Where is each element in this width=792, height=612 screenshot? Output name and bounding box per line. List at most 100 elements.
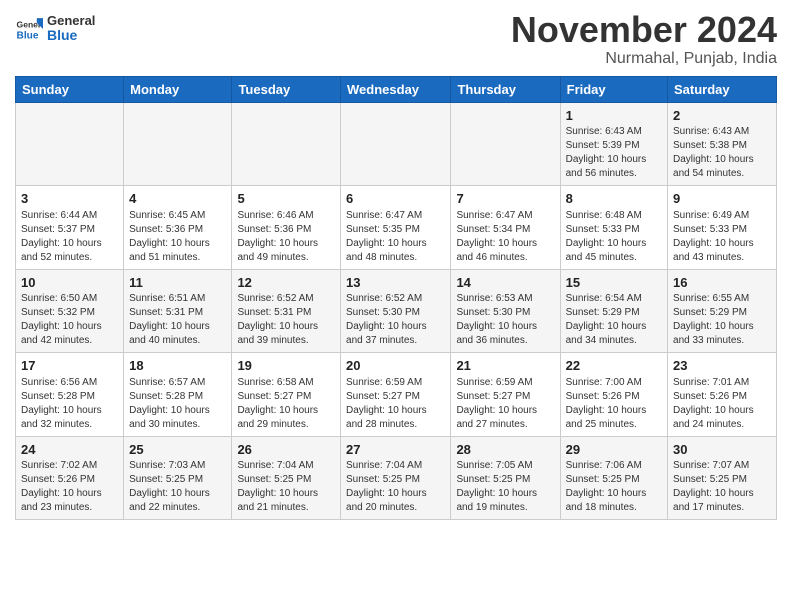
day-info: Sunrise: 6:55 AM Sunset: 5:29 PM Dayligh… (673, 292, 771, 348)
day-info: Sunrise: 7:04 AM Sunset: 5:25 PM Dayligh… (346, 459, 445, 515)
day-cell: 29Sunrise: 7:06 AM Sunset: 5:25 PM Dayli… (560, 436, 667, 520)
day-number: 17 (21, 357, 118, 375)
day-cell (16, 102, 124, 186)
day-number: 21 (456, 357, 554, 375)
day-info: Sunrise: 6:51 AM Sunset: 5:31 PM Dayligh… (129, 292, 226, 348)
logo-icon: General Blue (15, 15, 43, 43)
day-number: 18 (129, 357, 226, 375)
day-number: 24 (21, 441, 118, 459)
day-number: 14 (456, 274, 554, 292)
day-number: 11 (129, 274, 226, 292)
week-row-5: 24Sunrise: 7:02 AM Sunset: 5:26 PM Dayli… (16, 436, 777, 520)
day-info: Sunrise: 6:46 AM Sunset: 5:36 PM Dayligh… (237, 209, 335, 265)
day-info: Sunrise: 6:48 AM Sunset: 5:33 PM Dayligh… (566, 209, 662, 265)
day-number: 25 (129, 441, 226, 459)
day-number: 22 (566, 357, 662, 375)
day-info: Sunrise: 7:00 AM Sunset: 5:26 PM Dayligh… (566, 376, 662, 432)
day-number: 2 (673, 107, 771, 125)
day-cell: 19Sunrise: 6:58 AM Sunset: 5:27 PM Dayli… (232, 353, 341, 437)
day-number: 12 (237, 274, 335, 292)
week-row-1: 1Sunrise: 6:43 AM Sunset: 5:39 PM Daylig… (16, 102, 777, 186)
day-cell: 17Sunrise: 6:56 AM Sunset: 5:28 PM Dayli… (16, 353, 124, 437)
day-number: 4 (129, 190, 226, 208)
day-cell: 26Sunrise: 7:04 AM Sunset: 5:25 PM Dayli… (232, 436, 341, 520)
day-info: Sunrise: 6:56 AM Sunset: 5:28 PM Dayligh… (21, 376, 118, 432)
day-cell: 16Sunrise: 6:55 AM Sunset: 5:29 PM Dayli… (668, 269, 777, 353)
calendar: SundayMondayTuesdayWednesdayThursdayFrid… (15, 76, 777, 521)
day-info: Sunrise: 6:54 AM Sunset: 5:29 PM Dayligh… (566, 292, 662, 348)
day-info: Sunrise: 6:47 AM Sunset: 5:35 PM Dayligh… (346, 209, 445, 265)
day-cell: 4Sunrise: 6:45 AM Sunset: 5:36 PM Daylig… (124, 186, 232, 270)
day-cell: 3Sunrise: 6:44 AM Sunset: 5:37 PM Daylig… (16, 186, 124, 270)
day-cell: 1Sunrise: 6:43 AM Sunset: 5:39 PM Daylig… (560, 102, 667, 186)
day-cell: 10Sunrise: 6:50 AM Sunset: 5:32 PM Dayli… (16, 269, 124, 353)
day-info: Sunrise: 7:06 AM Sunset: 5:25 PM Dayligh… (566, 459, 662, 515)
weekday-header-row: SundayMondayTuesdayWednesdayThursdayFrid… (16, 76, 777, 102)
day-info: Sunrise: 6:52 AM Sunset: 5:31 PM Dayligh… (237, 292, 335, 348)
logo-area: General Blue General Blue (15, 10, 95, 44)
day-number: 26 (237, 441, 335, 459)
day-number: 15 (566, 274, 662, 292)
day-cell: 22Sunrise: 7:00 AM Sunset: 5:26 PM Dayli… (560, 353, 667, 437)
day-info: Sunrise: 6:43 AM Sunset: 5:39 PM Dayligh… (566, 125, 662, 181)
weekday-header-thursday: Thursday (451, 76, 560, 102)
weekday-header-tuesday: Tuesday (232, 76, 341, 102)
day-cell (124, 102, 232, 186)
day-info: Sunrise: 7:02 AM Sunset: 5:26 PM Dayligh… (21, 459, 118, 515)
day-info: Sunrise: 6:59 AM Sunset: 5:27 PM Dayligh… (456, 376, 554, 432)
week-row-2: 3Sunrise: 6:44 AM Sunset: 5:37 PM Daylig… (16, 186, 777, 270)
day-number: 7 (456, 190, 554, 208)
day-number: 20 (346, 357, 445, 375)
day-number: 30 (673, 441, 771, 459)
day-number: 28 (456, 441, 554, 459)
weekday-header-saturday: Saturday (668, 76, 777, 102)
location: Nurmahal, Punjab, India (511, 50, 777, 68)
month-title: November 2024 (511, 10, 777, 50)
day-info: Sunrise: 6:58 AM Sunset: 5:27 PM Dayligh… (237, 376, 335, 432)
day-cell: 6Sunrise: 6:47 AM Sunset: 5:35 PM Daylig… (341, 186, 451, 270)
day-info: Sunrise: 6:44 AM Sunset: 5:37 PM Dayligh… (21, 209, 118, 265)
day-cell (451, 102, 560, 186)
day-info: Sunrise: 6:43 AM Sunset: 5:38 PM Dayligh… (673, 125, 771, 181)
day-info: Sunrise: 7:07 AM Sunset: 5:25 PM Dayligh… (673, 459, 771, 515)
day-cell: 24Sunrise: 7:02 AM Sunset: 5:26 PM Dayli… (16, 436, 124, 520)
day-cell: 14Sunrise: 6:53 AM Sunset: 5:30 PM Dayli… (451, 269, 560, 353)
day-number: 6 (346, 190, 445, 208)
day-number: 29 (566, 441, 662, 459)
svg-text:Blue: Blue (17, 30, 39, 41)
day-info: Sunrise: 6:57 AM Sunset: 5:28 PM Dayligh… (129, 376, 226, 432)
day-cell: 11Sunrise: 6:51 AM Sunset: 5:31 PM Dayli… (124, 269, 232, 353)
weekday-header-friday: Friday (560, 76, 667, 102)
day-number: 16 (673, 274, 771, 292)
day-cell: 30Sunrise: 7:07 AM Sunset: 5:25 PM Dayli… (668, 436, 777, 520)
weekday-header-wednesday: Wednesday (341, 76, 451, 102)
day-cell (341, 102, 451, 186)
day-cell: 12Sunrise: 6:52 AM Sunset: 5:31 PM Dayli… (232, 269, 341, 353)
day-info: Sunrise: 6:59 AM Sunset: 5:27 PM Dayligh… (346, 376, 445, 432)
day-cell: 2Sunrise: 6:43 AM Sunset: 5:38 PM Daylig… (668, 102, 777, 186)
day-cell: 7Sunrise: 6:47 AM Sunset: 5:34 PM Daylig… (451, 186, 560, 270)
day-info: Sunrise: 7:01 AM Sunset: 5:26 PM Dayligh… (673, 376, 771, 432)
day-cell: 18Sunrise: 6:57 AM Sunset: 5:28 PM Dayli… (124, 353, 232, 437)
day-cell: 25Sunrise: 7:03 AM Sunset: 5:25 PM Dayli… (124, 436, 232, 520)
header: General Blue General Blue November 2024 … (15, 10, 777, 68)
day-number: 3 (21, 190, 118, 208)
week-row-4: 17Sunrise: 6:56 AM Sunset: 5:28 PM Dayli… (16, 353, 777, 437)
weekday-header-monday: Monday (124, 76, 232, 102)
day-info: Sunrise: 6:50 AM Sunset: 5:32 PM Dayligh… (21, 292, 118, 348)
day-cell: 27Sunrise: 7:04 AM Sunset: 5:25 PM Dayli… (341, 436, 451, 520)
day-number: 8 (566, 190, 662, 208)
day-info: Sunrise: 6:45 AM Sunset: 5:36 PM Dayligh… (129, 209, 226, 265)
day-number: 10 (21, 274, 118, 292)
day-cell: 13Sunrise: 6:52 AM Sunset: 5:30 PM Dayli… (341, 269, 451, 353)
day-info: Sunrise: 6:53 AM Sunset: 5:30 PM Dayligh… (456, 292, 554, 348)
day-number: 5 (237, 190, 335, 208)
week-row-3: 10Sunrise: 6:50 AM Sunset: 5:32 PM Dayli… (16, 269, 777, 353)
day-info: Sunrise: 6:49 AM Sunset: 5:33 PM Dayligh… (673, 209, 771, 265)
weekday-header-sunday: Sunday (16, 76, 124, 102)
day-cell: 20Sunrise: 6:59 AM Sunset: 5:27 PM Dayli… (341, 353, 451, 437)
page: General Blue General Blue November 2024 … (0, 0, 792, 535)
day-cell: 28Sunrise: 7:05 AM Sunset: 5:25 PM Dayli… (451, 436, 560, 520)
day-number: 27 (346, 441, 445, 459)
day-cell: 9Sunrise: 6:49 AM Sunset: 5:33 PM Daylig… (668, 186, 777, 270)
